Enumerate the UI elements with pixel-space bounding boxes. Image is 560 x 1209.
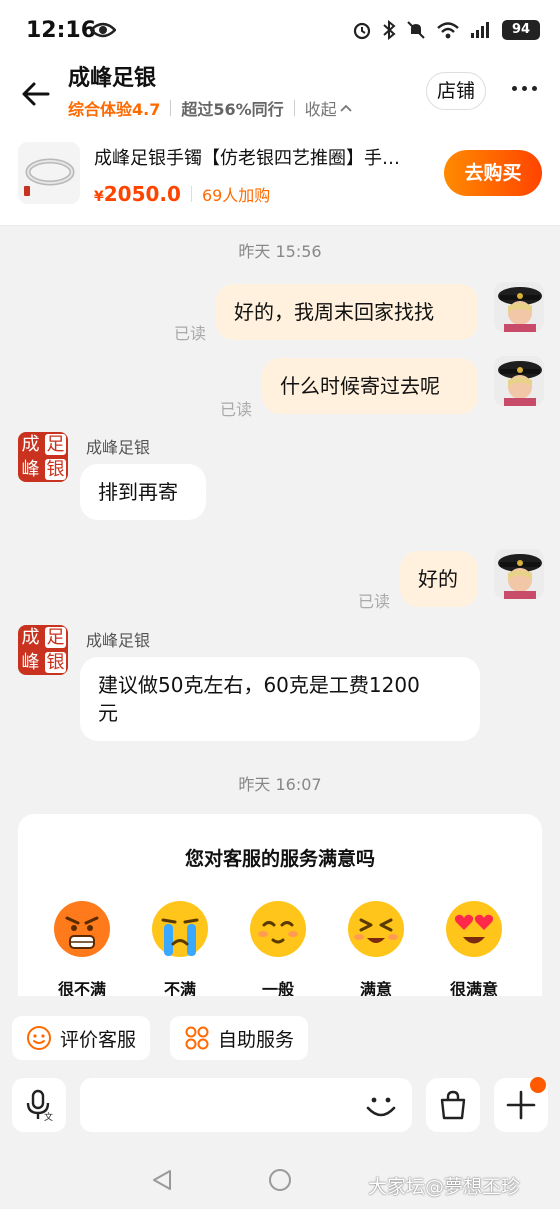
logo-char: 成 [21, 627, 40, 648]
sender-name: 成峰足银 [86, 631, 151, 650]
rank-text: 超过56%同行 [181, 100, 284, 119]
message-line: 元 [98, 701, 118, 725]
plus-icon [506, 1090, 536, 1120]
product-price-row: ¥ 2050.0 69人加购 [94, 182, 270, 206]
product-card[interactable]: 成峰足银手镯【仿老银四艺推圈】手… ¥ 2050.0 69人加购 去购买 [0, 126, 560, 226]
chat-timestamp: 昨天 15:56 [238, 242, 322, 261]
microphone-icon: 文 [26, 1089, 53, 1122]
read-receipt: 已读 [220, 400, 253, 419]
rating-label: 满意 [359, 980, 392, 996]
logo-char: 峰 [21, 652, 40, 673]
shopping-bag-button[interactable] [426, 1078, 480, 1132]
read-receipt: 已读 [174, 324, 207, 343]
mute-icon [407, 21, 425, 39]
cart-count: 69人加购 [201, 186, 271, 205]
self-service-label: 自助服务 [218, 1028, 295, 1051]
message-line: 建议做50克左右，60克是工费1200 [98, 673, 420, 697]
user-avatar[interactable] [494, 549, 544, 599]
rating-label: 不满 [163, 980, 196, 996]
product-title[interactable]: 成峰足银手镯【仿老银四艺推圈】手… [94, 144, 434, 170]
back-arrow-icon[interactable] [20, 78, 52, 110]
logo-char: 银 [45, 652, 66, 673]
message-bubble-mine[interactable]: 好的 [400, 551, 478, 607]
wifi-icon [437, 22, 459, 39]
self-service-button[interactable]: 自助服务 [170, 1016, 309, 1060]
shop-name[interactable]: 成峰足银 [68, 60, 156, 92]
message-input[interactable] [80, 1078, 412, 1132]
message-bubble-shop[interactable]: 排到再寄 [80, 464, 206, 520]
shop-meta: 综合体验4.7 超过56%同行 收起 [68, 96, 352, 120]
status-bar: 12:16 94 [0, 0, 560, 64]
sender-name: 成峰足银 [86, 438, 151, 457]
product-price: 2050.0 [103, 182, 181, 206]
experience-score: 综合体验4.7 [68, 100, 161, 119]
back-nav-icon[interactable] [150, 1168, 174, 1192]
bluetooth-icon [383, 20, 396, 40]
svg-text:文: 文 [44, 1111, 53, 1122]
home-nav-icon[interactable] [268, 1168, 292, 1192]
rating-label: 一般 [261, 980, 294, 996]
shop-logo[interactable]: 成 足 峰 银 [18, 432, 68, 482]
rating-satisfied[interactable]: 满意 [336, 900, 416, 996]
logo-char: 足 [45, 434, 66, 455]
divider [170, 100, 172, 116]
rate-service-label: 评价客服 [60, 1028, 137, 1051]
logo-char: 足 [45, 627, 66, 648]
emoji-icon[interactable] [364, 1092, 398, 1122]
chevron-up-icon [340, 104, 352, 112]
rating-label: 很不满 [57, 980, 106, 996]
shop-button[interactable]: 店铺 [426, 72, 486, 110]
status-time: 12:16 [26, 18, 97, 43]
angry-face-icon [54, 901, 110, 957]
divider [190, 186, 192, 202]
shop-logo[interactable]: 成 足 峰 银 [18, 625, 68, 675]
alarm-icon [353, 22, 371, 40]
buy-button[interactable]: 去购买 [444, 150, 542, 196]
collapse-label: 收起 [304, 100, 337, 119]
product-thumbnail [18, 142, 80, 204]
survey-question: 您对客服的服务满意吗 [184, 848, 375, 870]
grinning-face-icon [348, 901, 404, 957]
signal-icon [471, 22, 489, 38]
notification-dot [530, 1077, 546, 1093]
collapse-toggle[interactable]: 收起 [305, 96, 352, 120]
battery-icon: 94 [502, 20, 540, 40]
user-avatar[interactable] [494, 356, 544, 406]
input-bar: 文 [0, 1070, 560, 1150]
read-receipt: 已读 [358, 592, 391, 611]
message-bubble-shop[interactable]: 建议做50克左右，60克是工费1200 元 [80, 657, 480, 741]
eye-icon [90, 22, 116, 38]
chat-timestamp: 昨天 16:07 [238, 775, 322, 794]
heart-eyes-face-icon [446, 901, 502, 957]
rating-dissatisfied[interactable]: 不满 [140, 900, 220, 996]
user-avatar[interactable] [494, 282, 544, 332]
smile-icon [27, 1026, 51, 1050]
rate-service-button[interactable]: 评价客服 [12, 1016, 151, 1060]
more-options-icon[interactable] [512, 86, 537, 91]
rating-neutral[interactable]: 一般 [238, 900, 318, 996]
neutral-face-icon [250, 901, 306, 957]
status-icons: 94 [352, 20, 540, 40]
rating-very-satisfied[interactable]: 很满意 [434, 900, 514, 996]
voice-input-button[interactable]: 文 [12, 1078, 66, 1132]
logo-char: 银 [45, 459, 66, 480]
divider [293, 100, 295, 116]
crying-face-icon [152, 901, 208, 957]
logo-char: 成 [21, 434, 40, 455]
satisfaction-survey: 您对客服的服务满意吗 很不满 不满 一般 满意 很满意 [18, 814, 542, 996]
logo-char: 峰 [21, 459, 40, 480]
watermark: 大家坛@夢想丕珍 [368, 1176, 521, 1198]
grid-icon [185, 1026, 209, 1050]
message-bubble-mine[interactable]: 好的，我周末回家找找 [216, 284, 478, 340]
rating-very-dissatisfied[interactable]: 很不满 [42, 900, 122, 996]
currency-symbol: ¥ [94, 189, 104, 205]
chat-header: 成峰足银 综合体验4.7 超过56%同行 收起 店铺 [0, 56, 560, 126]
rating-label: 很满意 [449, 980, 498, 996]
shopping-bag-icon [440, 1090, 466, 1120]
message-bubble-mine[interactable]: 什么时候寄过去呢 [262, 358, 478, 414]
